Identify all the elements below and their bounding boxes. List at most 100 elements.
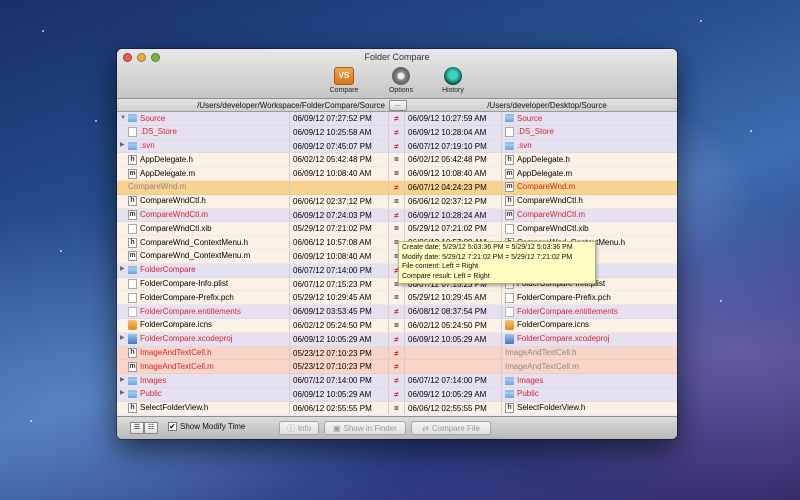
table-row[interactable]: h SelectFolderView.h 06/06/12 02:55:55 PM =… (117, 401, 677, 414)
file-name: CompareWndCtl.h (140, 196, 206, 206)
tooltip-compare-result: Compare result: Left = Right (402, 272, 490, 280)
compare-result-icon: = (389, 167, 405, 180)
info-button[interactable]: ⓘ Info (279, 421, 319, 435)
left-name-cell: ▶ .svn (117, 139, 290, 153)
left-modify-date: 06/06/12 10:57:08 AM (290, 236, 389, 249)
table-row[interactable]: h CompareWndCtl.h 06/06/12 02:37:12 PM = 06/… (117, 194, 677, 209)
compare-result-icon: = (389, 153, 405, 167)
table-row[interactable]: ▼ Source 06/09/12 07:27:52 PM ≠ 06/09/12 10:… (117, 112, 677, 126)
path-bar: /Users/developer/Workspace/FolderCompare… (117, 99, 677, 112)
right-modify-date: 06/06/12 02:55:55 PM (405, 401, 502, 414)
compare-file-icon: ⇄ (422, 423, 429, 433)
right-name-cell: Source (502, 112, 677, 125)
left-modify-date: 06/09/12 10:08:40 AM (290, 249, 389, 263)
browse-button[interactable]: ... (389, 100, 407, 111)
left-modify-date: 06/06/12 02:37:12 PM (290, 194, 389, 208)
file-name: AppDelegate.h (517, 154, 570, 164)
left-name-cell: m ImageAndTextCell.m (117, 360, 290, 374)
show-modify-time-checkbox[interactable]: ✔ Show Modify Time (168, 422, 245, 431)
left-name-cell: h CompareWndCtl.h (117, 194, 290, 208)
mfile-icon: m (505, 168, 514, 179)
ent-icon (505, 306, 514, 317)
file-name: ImageAndTextCell.h (505, 348, 577, 358)
right-name-cell: h CompareWndCtl.h (502, 195, 677, 208)
file-name: .svn (517, 141, 532, 151)
disclosure-closed-icon[interactable]: ▶ (120, 374, 128, 387)
table-row[interactable]: ▶ Public 06/09/12 10:05:29 AM ≠ 06/09/12 10:… (117, 387, 677, 402)
file-name: Images (517, 375, 544, 385)
folder-icon (505, 114, 514, 123)
left-name-cell: h SelectFolderView.h (117, 401, 290, 414)
left-name-cell: ▶ Public (117, 387, 290, 401)
compare-button[interactable]: VS Compare (324, 67, 364, 94)
table-row[interactable]: .DS_Store 06/09/12 10:25:58 AM ≠ 06/09/12 1… (117, 125, 677, 140)
show-in-finder-button[interactable]: ▣ Show in Finder (324, 421, 406, 435)
folder-compare-window: Folder Compare VS Compare Options Histor… (117, 49, 677, 439)
history-button[interactable]: History (433, 67, 473, 94)
file-name: FolderCompare-Prefix.pch (517, 292, 611, 302)
folder-icon (128, 114, 137, 123)
left-modify-date: 06/09/12 10:05:29 AM (290, 387, 389, 401)
table-row[interactable]: h ImageAndTextCell.h 05/23/12 07:10:23 PM ≠… (117, 346, 677, 361)
disclosure-open-icon[interactable]: ▼ (120, 112, 128, 125)
star-decor (42, 30, 44, 32)
left-name-cell: FolderCompare-Info.plist (117, 277, 290, 291)
file-name: CompareWndCtl.h (517, 196, 583, 206)
table-row[interactable]: FolderCompare.entitlements 06/09/12 03:53… (117, 305, 677, 319)
table-row[interactable]: FolderCompare.icns 06/02/12 05:24:50 PM = 0… (117, 318, 677, 333)
right-name-cell: .svn (502, 140, 677, 153)
left-modify-date: 06/06/12 02:55:55 PM (290, 401, 389, 414)
table-row[interactable]: ▶ .svn 06/09/12 07:45:07 PM ≠ 06/07/12 07:19… (117, 139, 677, 154)
hfile-icon: h (128, 154, 137, 165)
star-decor (95, 120, 97, 122)
compare-result-icon: = (389, 318, 405, 332)
folder-icon (128, 266, 137, 275)
options-button[interactable]: Options (381, 67, 421, 94)
left-name-cell: ▶ FolderCompare (117, 263, 290, 277)
file-name: .DS_Store (140, 127, 177, 137)
list-view-icon[interactable]: ☰ (130, 422, 144, 434)
table-row[interactable]: FolderCompare-Prefix.pch 05/29/12 10:29:4… (117, 291, 677, 306)
mfile-icon: m (128, 361, 137, 372)
table-row[interactable]: ▶ Images 06/07/12 07:14:00 PM ≠ 06/07/12 07:… (117, 374, 677, 388)
compare-file-button[interactable]: ⇄ Compare File (411, 421, 491, 435)
compare-result-icon: ≠ (389, 360, 405, 374)
show-modify-time-label: Show Modify Time (180, 422, 246, 431)
file-name: FolderCompare.icns (517, 320, 590, 330)
compare-result-icon: ≠ (389, 208, 405, 222)
status-bar: ☰ ☷ ✔ Show Modify Time ⓘ Info ▣ Show in … (117, 416, 677, 439)
proj-icon (505, 334, 514, 345)
disclosure-closed-icon[interactable]: ▶ (120, 333, 128, 346)
hfile-icon: h (128, 403, 137, 414)
right-modify-date: 05/29/12 10:29:45 AM (405, 291, 502, 305)
left-path: /Users/developer/Workspace/FolderCompare… (197, 101, 385, 110)
right-modify-date: 06/02/12 05:24:50 PM (405, 318, 502, 332)
left-name-cell: m CompareWnd_ContextMenu.m (117, 249, 290, 263)
table-row[interactable]: h AppDelegate.h 06/02/12 05:42:48 PM = 06/02… (117, 153, 677, 168)
mfile-icon: m (128, 168, 137, 179)
hfile-icon: h (505, 154, 514, 165)
file-icon (128, 223, 137, 234)
left-name-cell: h CompareWnd_ContextMenu.h (117, 236, 290, 249)
disclosure-closed-icon[interactable]: ▶ (120, 388, 128, 401)
table-row[interactable]: m AppDelegate.m 06/09/12 10:08:40 AM = 06/09… (117, 167, 677, 181)
left-name-cell: ▼ Source (117, 112, 290, 125)
file-name: FolderCompare.xcodeproj (517, 334, 610, 344)
disclosure-closed-icon[interactable]: ▶ (120, 264, 128, 277)
detail-view-icon[interactable]: ☷ (144, 422, 158, 434)
table-row[interactable]: CompareWnd.m ≠ 06/07/12 04:24:23 PM m Compar… (117, 180, 677, 195)
file-name: CompareWnd.m (128, 182, 187, 192)
tooltip-modify-date: Modify date: 5/29/12 7:21:02 PM = 5/29/1… (402, 253, 573, 261)
table-row[interactable]: ▶ FolderCompare.xcodeproj 06/09/12 10:05:2… (117, 332, 677, 347)
table-row[interactable]: m CompareWndCtl.m 06/09/12 07:24:03 PM ≠ 06/… (117, 208, 677, 223)
file-icon (128, 127, 137, 138)
file-name: .DS_Store (517, 127, 554, 137)
left-name-cell: ▶ FolderCompare.xcodeproj (117, 332, 290, 346)
table-row[interactable]: CompareWndCtl.xib 05/29/12 07:21:02 PM = 05… (117, 222, 677, 237)
table-row[interactable]: m ImageAndTextCell.m 05/23/12 07:10:23 PM ≠… (117, 360, 677, 375)
right-modify-date: 06/07/12 07:14:00 PM (405, 374, 502, 387)
right-name-cell: FolderCompare.icns (502, 319, 677, 332)
file-name: FolderCompare.xcodeproj (140, 334, 233, 344)
disclosure-closed-icon[interactable]: ▶ (120, 140, 128, 153)
left-modify-date: 06/02/12 05:42:48 PM (290, 153, 389, 167)
